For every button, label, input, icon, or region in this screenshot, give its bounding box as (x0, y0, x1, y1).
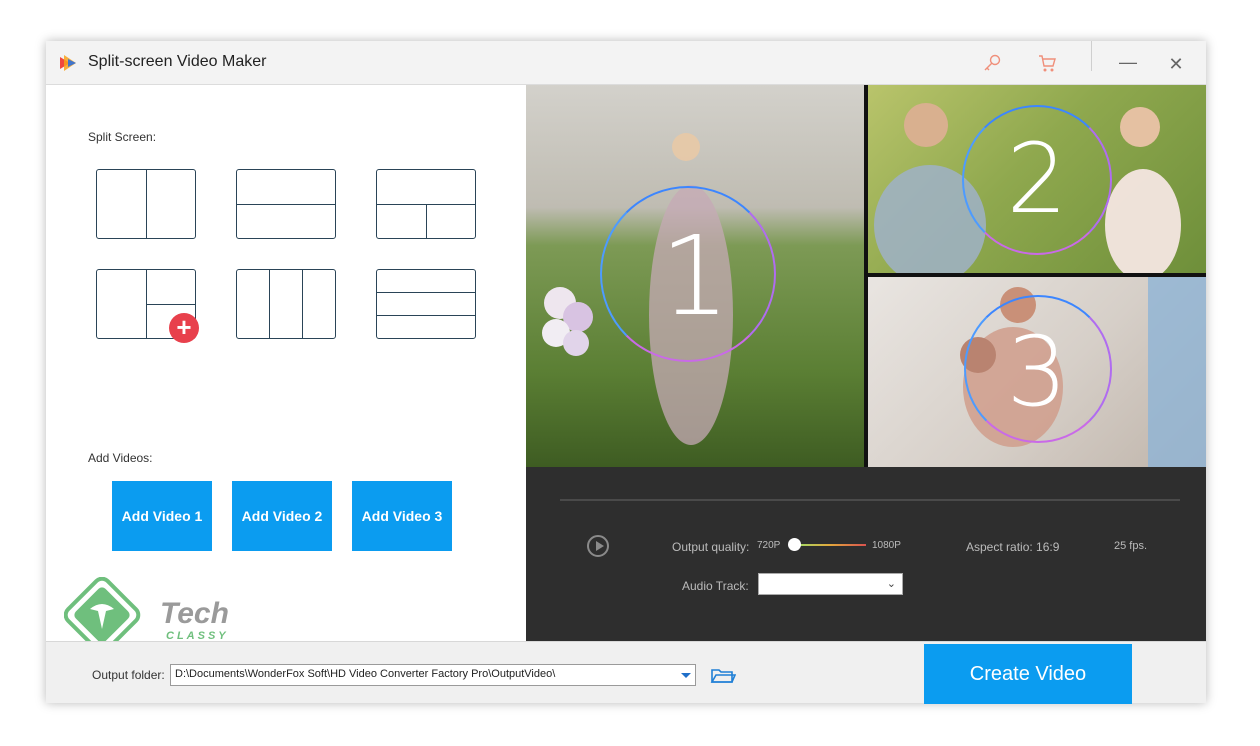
audio-track-select[interactable]: ⌄ (758, 573, 903, 595)
watermark-word-tech: Tech (160, 597, 229, 630)
title-separator (1091, 41, 1092, 71)
preview-number-1: 1 (660, 212, 730, 340)
add-video-1-button[interactable]: Add Video 1 (112, 481, 212, 551)
create-video-button[interactable]: Create Video (924, 644, 1132, 704)
open-folder-icon[interactable] (710, 666, 736, 686)
add-layout-plus-icon[interactable]: + (169, 313, 199, 343)
close-icon[interactable]: ✕ (1164, 53, 1188, 77)
output-quality-label: Output quality: (672, 540, 750, 554)
fps-text: 25 fps. (1114, 540, 1148, 552)
title-bar: Split-screen Video Maker — ✕ (46, 41, 1206, 85)
aspect-ratio-text: Aspect ratio: 16:9 (966, 540, 1060, 554)
preview-cell-3[interactable]: 3 (868, 277, 1206, 467)
cart-icon[interactable] (1035, 51, 1059, 75)
output-folder-dropdown-icon[interactable] (676, 665, 696, 685)
split-screen-label: Split Screen: (88, 130, 157, 144)
output-folder-label: Output folder: (92, 668, 165, 682)
key-icon[interactable] (981, 51, 1005, 75)
add-video-2-button[interactable]: Add Video 2 (232, 481, 332, 551)
preview-cell-1[interactable]: 1 (526, 85, 864, 467)
bottom-bar: Output folder: D:\Documents\WonderFox So… (46, 641, 1206, 704)
minimize-icon[interactable]: — (1116, 51, 1140, 75)
quality-min-label: 720P (757, 540, 781, 551)
layout-two-horizontal[interactable] (236, 169, 336, 239)
output-folder-input[interactable]: D:\Documents\WonderFox Soft\HD Video Con… (170, 664, 696, 686)
layout-three-horizontal[interactable] (376, 269, 476, 339)
layout-three-vertical[interactable] (236, 269, 336, 339)
left-panel: Split Screen: + Add Videos: Add Video 1 … (46, 85, 526, 641)
layout-two-vertical[interactable] (96, 169, 196, 239)
window-title: Split-screen Video Maker (88, 53, 267, 70)
quality-max-label: 1080P (872, 540, 901, 551)
preview-number-3: 3 (1006, 316, 1068, 428)
output-quality-slider-knob[interactable] (788, 538, 801, 551)
output-quality-slider[interactable] (794, 544, 866, 546)
play-icon[interactable] (587, 535, 609, 557)
layout-one-top-two-bottom[interactable] (376, 169, 476, 239)
audio-track-label: Audio Track: (682, 579, 749, 593)
preview-area: 1 2 3 (526, 85, 1206, 467)
preview-number-2: 2 (1006, 123, 1068, 235)
controls-panel: Output quality: 720P 1080P Aspect ratio:… (526, 467, 1206, 641)
add-videos-label: Add Videos: (88, 451, 153, 465)
app-logo-icon (60, 55, 76, 71)
app-window: Split-screen Video Maker — ✕ Split Scree… (46, 41, 1206, 704)
chevron-down-icon: ⌄ (886, 578, 896, 590)
add-video-3-button[interactable]: Add Video 3 (352, 481, 452, 551)
preview-cell-2[interactable]: 2 (868, 85, 1206, 273)
timeline-progress-bar[interactable] (560, 499, 1180, 501)
